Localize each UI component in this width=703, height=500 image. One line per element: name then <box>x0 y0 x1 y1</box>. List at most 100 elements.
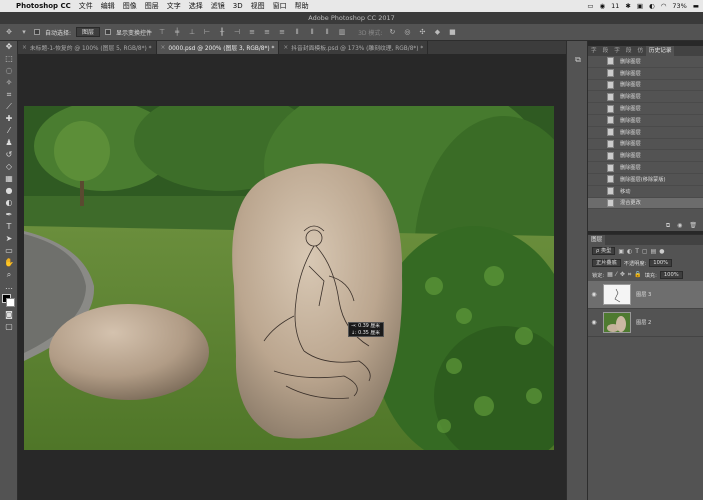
magic-wand-tool-icon[interactable]: ✧ <box>0 77 18 89</box>
align-right-icon[interactable]: ⊣ <box>232 28 242 37</box>
history-item[interactable]: 删除图层 <box>588 127 703 139</box>
screen-mode-icon[interactable]: ▢ <box>0 321 18 333</box>
tab-document-1[interactable]: × 未标题-1-恢复的 @ 100% (图层 5, RGB/8*) * <box>18 41 157 54</box>
auto-select-target[interactable]: 图层 <box>76 27 101 37</box>
tab-paragraph[interactable]: 段 <box>600 46 612 56</box>
opacity-input[interactable]: 100% <box>649 259 673 267</box>
adjustment-filter-icon[interactable]: ◐ <box>627 248 632 255</box>
layer-row-2[interactable]: ◉ 图层 2 <box>588 309 703 337</box>
eye-icon[interactable]: ◉ <box>588 291 600 298</box>
tab-layers[interactable]: 图层 <box>588 235 606 245</box>
character-panel-icon[interactable]: ⧉ <box>567 53 589 67</box>
auto-select-checkbox[interactable] <box>34 29 40 35</box>
show-transform-checkbox[interactable] <box>105 29 112 35</box>
marquee-tool-icon[interactable]: ⬚ <box>0 53 18 65</box>
lock-transparent-icon[interactable]: ▦ <box>607 271 613 279</box>
tab-character-style[interactable]: 字 <box>611 46 623 56</box>
new-document-icon[interactable]: ⧉ <box>666 222 670 230</box>
volume-icon[interactable]: ◐ <box>649 2 655 10</box>
history-item[interactable]: 删除图层 <box>588 115 703 127</box>
tab-history[interactable]: 历史记录 <box>646 46 675 56</box>
lasso-tool-icon[interactable]: ◌ <box>0 65 18 77</box>
color-swatches[interactable] <box>0 293 18 309</box>
align-left-icon[interactable]: ⊢ <box>202 28 212 37</box>
close-icon[interactable]: × <box>161 45 166 51</box>
3d-pan-icon[interactable]: ✣ <box>417 28 427 37</box>
wechat-icon[interactable]: ◉ <box>599 2 605 10</box>
layer-filter-select[interactable]: ρ 类型 <box>592 247 616 255</box>
menu-edit[interactable]: 编辑 <box>101 1 115 11</box>
trash-icon[interactable]: 🗑 <box>689 222 697 229</box>
history-item[interactable]: 删除图层 <box>588 162 703 174</box>
pixel-filter-icon[interactable]: ▣ <box>618 248 624 255</box>
align-top-icon[interactable]: ⊤ <box>157 28 167 37</box>
menu-type[interactable]: 文字 <box>167 1 181 11</box>
history-item[interactable]: 删除图层(移除蒙版) <box>588 174 703 186</box>
cast-icon[interactable]: ▭ <box>587 2 593 10</box>
history-item[interactable]: 删除图层 <box>588 56 703 68</box>
canvas-area[interactable]: →: 0.39 厘米 ↓: 0.35 厘米 <box>18 54 566 500</box>
auto-align-icon[interactable]: ▥ <box>337 28 347 37</box>
fill-input[interactable]: 100% <box>659 271 683 279</box>
distribute-middle-icon[interactable]: ≡ <box>262 28 272 37</box>
battery-icon[interactable]: ▬ <box>693 2 699 10</box>
tab-document-2[interactable]: × 0000.psd @ 200% (图层 3, RGB/8*) * <box>156 41 280 54</box>
stamp-tool-icon[interactable]: ♟ <box>0 137 18 149</box>
snapshot-icon[interactable]: ◉ <box>677 222 682 229</box>
type-filter-icon[interactable]: T <box>635 248 639 255</box>
blend-mode-select[interactable]: 正片叠底 <box>592 259 621 267</box>
menu-layer[interactable]: 图层 <box>145 1 159 11</box>
menu-window[interactable]: 窗口 <box>273 1 287 11</box>
distribute-bottom-icon[interactable]: ≡ <box>277 28 287 37</box>
tab-clone-source[interactable]: 仿 <box>634 46 646 56</box>
brush-tool-icon[interactable]: ⁄ <box>0 125 18 137</box>
type-tool-icon[interactable]: T <box>0 221 18 233</box>
shape-filter-icon[interactable]: ▢ <box>642 248 648 255</box>
distribute-left-icon[interactable]: ⦀ <box>292 28 302 37</box>
lock-artboard-icon[interactable]: ⌗ <box>628 271 631 279</box>
lock-pixels-icon[interactable]: ⁄ <box>616 271 617 279</box>
menu-file[interactable]: 文件 <box>79 1 93 11</box>
more-tools-icon[interactable]: … <box>0 281 18 293</box>
smart-object-filter-icon[interactable]: ▤ <box>651 248 657 255</box>
history-item[interactable]: 删除图层 <box>588 91 703 104</box>
align-center-icon[interactable]: ╫ <box>217 28 227 37</box>
move-tool-icon[interactable]: ✥ <box>0 41 18 53</box>
menu-view[interactable]: 视图 <box>251 1 265 11</box>
tab-paragraph-style[interactable]: 段 <box>623 46 635 56</box>
eraser-tool-icon[interactable]: ◇ <box>0 161 18 173</box>
layer-row-3[interactable]: ◉ 图层 3 <box>588 281 703 309</box>
history-item[interactable]: 混合更改 <box>588 197 703 210</box>
shape-tool-icon[interactable]: ▭ <box>0 245 18 257</box>
3d-rotate-icon[interactable]: ↻ <box>387 28 397 37</box>
document-canvas[interactable]: →: 0.39 厘米 ↓: 0.35 厘米 <box>24 106 554 450</box>
3d-scale-icon[interactable]: ■ <box>447 28 457 37</box>
background-color[interactable] <box>6 298 15 307</box>
quick-mask-icon[interactable]: ◙ <box>0 309 18 321</box>
history-item[interactable]: 删除图层 <box>588 68 703 80</box>
3d-roll-icon[interactable]: ◎ <box>402 28 412 37</box>
eyedropper-tool-icon[interactable]: ⟋ <box>0 101 18 113</box>
eye-icon[interactable]: ◉ <box>588 319 600 326</box>
healing-brush-tool-icon[interactable]: ✚ <box>0 113 18 125</box>
menu-select[interactable]: 选择 <box>189 1 203 11</box>
zoom-tool-icon[interactable]: ⌕ <box>0 269 18 281</box>
move-tool-icon[interactable]: ✥ <box>4 28 14 37</box>
tab-character[interactable]: 字 <box>588 46 600 56</box>
lock-position-icon[interactable]: ✥ <box>620 271 625 279</box>
menu-3d[interactable]: 3D <box>233 2 243 10</box>
bluetooth-icon[interactable]: ✱ <box>625 2 630 10</box>
lock-all-icon[interactable]: 🔒 <box>634 271 641 279</box>
path-select-tool-icon[interactable]: ➤ <box>0 233 18 245</box>
history-brush-tool-icon[interactable]: ↺ <box>0 149 18 161</box>
distribute-right-icon[interactable]: ⦀ <box>322 28 332 37</box>
history-item[interactable]: 删除图层 <box>588 139 703 151</box>
distribute-center-icon[interactable]: ⦀ <box>307 28 317 37</box>
align-bottom-icon[interactable]: ⊥ <box>187 28 197 37</box>
menu-image[interactable]: 图像 <box>123 1 137 11</box>
close-icon[interactable]: × <box>22 45 27 51</box>
3d-slide-icon[interactable]: ◆ <box>432 28 442 37</box>
wifi-icon[interactable]: ◠ <box>661 2 667 10</box>
align-middle-icon[interactable]: ╪ <box>172 28 182 37</box>
history-item[interactable]: 删除图层 <box>588 103 703 115</box>
